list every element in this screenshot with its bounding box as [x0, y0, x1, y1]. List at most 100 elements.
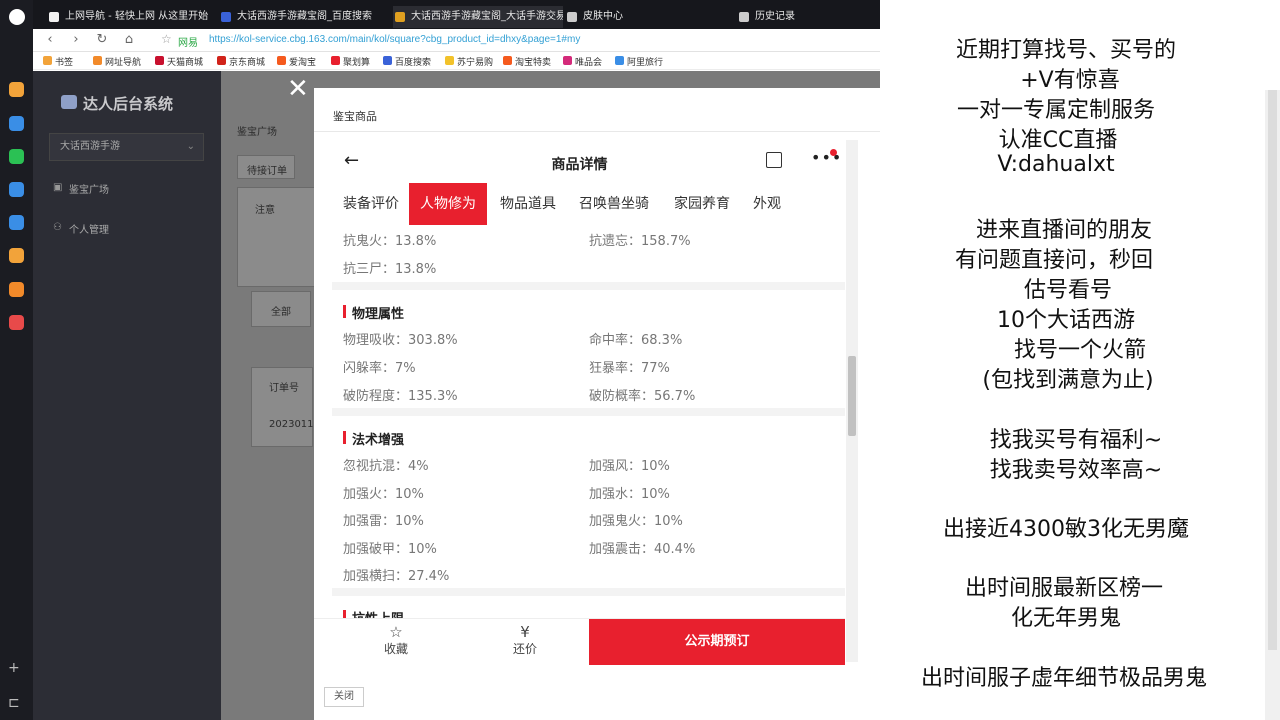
sidebar-item-square[interactable]: ▣ 鉴宝广场: [53, 181, 109, 196]
game-select[interactable]: 大话西游手游 ⌄: [49, 133, 204, 161]
dock-chat-icon[interactable]: [9, 149, 24, 164]
tab-character[interactable]: 人物修为: [409, 183, 487, 225]
tab-label: 大话西游手游藏宝阁_百度搜索: [237, 11, 372, 22]
attr-item: 加强破甲：10%: [343, 542, 437, 557]
overlay-scrollbar: [1265, 90, 1280, 720]
bookmark-juhuasuan-icon: [331, 56, 340, 65]
bookmark-item[interactable]: 天猫商城: [155, 55, 203, 68]
modal-title: 鉴宝商品: [333, 110, 377, 123]
section-title: 法术增强: [343, 429, 404, 448]
attr-item: 闪躲率：7%: [343, 361, 416, 376]
bargain-button[interactable]: ¥ 还价: [475, 624, 575, 657]
tab-items[interactable]: 物品道具: [489, 183, 567, 225]
bookmark-item[interactable]: 聚划算: [331, 55, 370, 68]
tab-label: 历史记录: [755, 11, 795, 22]
attributes-content: 抗鬼火：13.8% 抗遗忘：158.7% 抗三尸：13.8% 物理属性 物理吸收…: [332, 226, 845, 627]
tab-summon[interactable]: 召唤兽坐骑: [568, 183, 660, 225]
bookmark-item[interactable]: 书签: [43, 55, 73, 68]
overlay-line: +V有惊喜: [1020, 68, 1120, 93]
attr-item: 加强横扫：27.4%: [343, 569, 450, 584]
dock-cloud-icon[interactable]: [9, 182, 24, 197]
browser-tab-active[interactable]: 大话西游手游藏宝阁_大话手游交易: [393, 6, 563, 28]
tab-equipment[interactable]: 装备评价: [332, 183, 410, 225]
dock-add-icon[interactable]: +: [8, 660, 20, 676]
attr-item: 破防程度：135.3%: [343, 389, 458, 404]
sidebar-item-personal[interactable]: ⚇ 个人管理: [53, 221, 109, 236]
more-icon[interactable]: •••: [811, 148, 842, 167]
attr-item: 加强鬼火：10%: [589, 514, 683, 529]
reload-icon[interactable]: ↻: [93, 31, 111, 49]
overlay-line: 认准CC直播: [998, 128, 1118, 153]
notice-box: [237, 187, 317, 287]
home-icon[interactable]: ⌂: [120, 31, 138, 49]
bookmark-item[interactable]: 唯品会: [563, 55, 602, 68]
overlay-line: (包找到满意为止): [982, 368, 1154, 393]
bookmark-tmall-icon: [155, 56, 164, 65]
phone-frame: ← 商品详情 ••• 装备评价 人物修为 物品道具 召唤兽坐骑 家园养育 外观 …: [314, 140, 845, 680]
reserve-button[interactable]: 公示期预订: [589, 619, 845, 665]
tab-bar: 上网导航 - 轻快上网 从这里开始 大话西游手游藏宝阁_百度搜索 大话西游手游藏…: [33, 0, 880, 29]
bookmark-vip-icon: [563, 56, 572, 65]
dock-folder-icon[interactable]: [9, 282, 24, 297]
tab-label: 皮肤中心: [583, 11, 623, 22]
bookmark-item[interactable]: 苏宁易购: [445, 55, 493, 68]
bookmark-item[interactable]: 京东商城: [217, 55, 265, 68]
close-button[interactable]: 关闭: [324, 687, 364, 707]
user-icon: ⚇: [53, 222, 62, 233]
close-icon[interactable]: ✕: [287, 76, 309, 102]
tab-appearance[interactable]: 外观: [742, 183, 792, 225]
bookmark-label: 苏宁易购: [457, 58, 494, 68]
app-logo-icon[interactable]: [9, 9, 25, 25]
tab-favicon-icon: [221, 12, 231, 22]
section-title: 物理属性: [343, 303, 404, 322]
dock-tool-icon[interactable]: [9, 215, 24, 230]
bookmark-item[interactable]: 阿里旅行: [615, 55, 663, 68]
bookmark-item[interactable]: 百度搜索: [383, 55, 431, 68]
dock-star-icon[interactable]: [9, 82, 24, 97]
browser-tab[interactable]: 大话西游手游藏宝阁_百度搜索: [219, 6, 389, 28]
tab-label: 大话西游手游藏宝阁_大话手游交易: [411, 11, 563, 22]
game-select-value: 大话西游手游: [60, 141, 120, 152]
overlay-line: 10个大话西游: [997, 308, 1135, 333]
favorite-label: 收藏: [383, 642, 408, 656]
dock-search-icon[interactable]: [9, 248, 24, 263]
bookmark-item[interactable]: 网址导航: [93, 55, 141, 68]
back-icon[interactable]: ‹: [41, 31, 59, 49]
forward-icon[interactable]: ›: [67, 31, 85, 49]
all-button: 全部: [271, 307, 291, 318]
url-input[interactable]: https://kol-service.cbg.163.com/main/kol…: [209, 34, 580, 45]
overlay-line: 有问题直接问，秒回: [954, 248, 1153, 273]
logo-icon: [61, 95, 77, 109]
tab-home[interactable]: 家园养育: [663, 183, 741, 225]
yuan-icon: ¥: [520, 623, 530, 641]
favorite-button[interactable]: ☆ 收藏: [346, 624, 446, 657]
browser-tab[interactable]: 上网导航 - 轻快上网 从这里开始: [47, 6, 217, 28]
tab-favicon-icon: [739, 12, 749, 22]
overlay-line: 出时间服最新区榜一: [964, 576, 1163, 601]
bookmark-label: 百度搜索: [395, 58, 432, 68]
overlay-line: 找号一个火箭: [1013, 338, 1146, 363]
overlay-line: 出时间服子虚年细节极品男鬼: [920, 666, 1207, 691]
browser-tab[interactable]: 皮肤中心: [565, 6, 725, 28]
sidebar-item-label: 鉴宝广场: [69, 185, 109, 196]
bookmark-label: 爱淘宝: [289, 58, 317, 68]
attr-item: 抗三尸：13.8%: [343, 262, 437, 277]
bookmark-item[interactable]: 淘宝特卖: [503, 55, 551, 68]
bookmarks-bar: 书签 网址导航 天猫商城 京东商城 爱淘宝 聚划算 百度搜索 苏宁易购 淘宝特卖…: [33, 52, 880, 70]
dock-camera-icon[interactable]: [9, 315, 24, 330]
modal-scrollbar[interactable]: [846, 140, 858, 662]
section-divider: [332, 408, 845, 416]
bookmark-star-icon[interactable]: ☆: [161, 32, 172, 46]
share-icon[interactable]: [766, 152, 782, 168]
pending-label: 待接订单: [247, 166, 287, 177]
dock-collapse-icon[interactable]: ⊏: [8, 695, 20, 711]
browser-tab[interactable]: 历史记录: [737, 6, 877, 28]
attr-item: 加强震击：40.4%: [589, 542, 696, 557]
overlay-line: 出接近4300敏3化无男魔: [943, 517, 1189, 542]
scroll-thumb[interactable]: [848, 356, 856, 436]
product-modal: 鉴宝商品 ← 商品详情 ••• 装备评价 人物修为 物品道具 召唤兽坐骑 家园养…: [314, 88, 880, 720]
url-site-label: 网易: [178, 38, 198, 49]
overlay-line: 估号看号: [1023, 278, 1112, 303]
bookmark-item[interactable]: 爱淘宝: [277, 55, 316, 68]
dock-clock-icon[interactable]: [9, 116, 24, 131]
